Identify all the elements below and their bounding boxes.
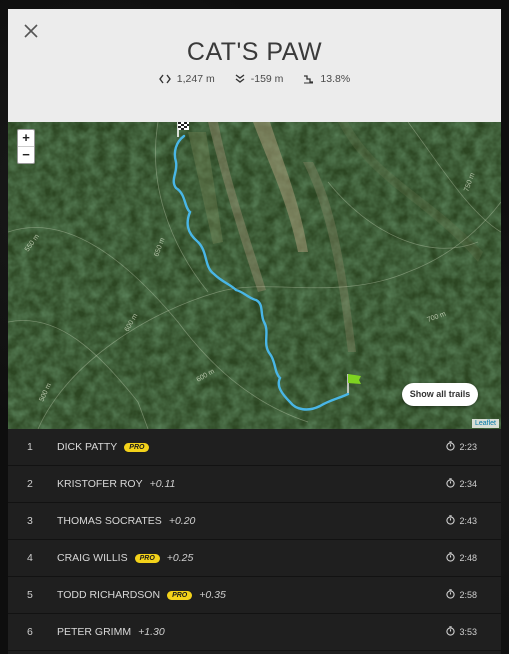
time-value: 2:48: [459, 553, 477, 563]
time-value: 2:58: [459, 590, 477, 600]
finish-time: 2:23: [446, 441, 477, 453]
descent-value: -159 m: [250, 73, 284, 85]
leaderboard-row[interactable]: 6 PETER GRIMM +1.30 3:53: [8, 614, 501, 651]
distance-value: 1,247 m: [176, 73, 215, 85]
rider-name[interactable]: DICK PATTY: [57, 441, 117, 453]
rider-name[interactable]: KRISTOFER ROY: [57, 478, 143, 490]
time-gap: +0.11: [149, 478, 176, 490]
show-all-trails-button[interactable]: Show all trails: [402, 383, 478, 406]
finish-time: 2:34: [446, 478, 477, 490]
time-gap: +0.20: [168, 515, 196, 527]
rider-name[interactable]: THOMAS SOCRATES: [57, 515, 162, 527]
trail-stats: 1,247 m -159 m 13.8%: [8, 73, 501, 85]
rider-info: TODD RICHARDSON PRO +0.35: [57, 589, 226, 601]
descent-icon: [235, 74, 245, 84]
stopwatch-icon: [446, 589, 456, 601]
trail-title: CAT'S PAW: [186, 38, 323, 66]
finish-time: 2:58: [446, 589, 477, 601]
rank-number: 3: [27, 515, 33, 527]
rider-info: KRISTOFER ROY +0.11: [57, 478, 175, 490]
leaderboard: 1 DICK PATTY PRO 2:23 2 KRISTOFER ROY +0…: [8, 429, 501, 651]
stopwatch-icon: [446, 441, 456, 453]
distance-icon: [158, 74, 171, 84]
trail-map[interactable]: 550 m 600 m 500 m 650 m 600 m 750 m 700 …: [8, 122, 501, 429]
rider-info: THOMAS SOCRATES +0.20: [57, 515, 195, 527]
rider-name[interactable]: TODD RICHARDSON: [57, 589, 160, 601]
leaderboard-row[interactable]: 4 CRAIG WILLIS PRO +0.25 2:48: [8, 540, 501, 577]
finish-time: 3:53: [446, 626, 477, 638]
finish-time: 2:48: [446, 552, 477, 564]
rank-number: 4: [27, 552, 33, 564]
rider-name[interactable]: PETER GRIMM: [57, 626, 131, 638]
pro-badge: PRO: [134, 553, 160, 563]
leaderboard-row[interactable]: 1 DICK PATTY PRO 2:23: [8, 429, 501, 466]
stopwatch-icon: [446, 515, 456, 527]
rank-number: 6: [27, 626, 33, 638]
time-value: 2:43: [459, 516, 477, 526]
leaderboard-row[interactable]: 5 TODD RICHARDSON PRO +0.35 2:58: [8, 577, 501, 614]
pro-badge: PRO: [124, 442, 150, 452]
rider-info: DICK PATTY PRO: [57, 441, 150, 453]
stopwatch-icon: [446, 478, 456, 490]
pro-badge: PRO: [167, 590, 193, 600]
grade-icon: [303, 74, 314, 84]
descent-stat: -159 m: [235, 73, 284, 85]
rider-info: CRAIG WILLIS PRO +0.25: [57, 552, 193, 564]
finish-flag-icon: [344, 372, 364, 399]
start-flag-icon: [175, 122, 193, 143]
trail-header: CAT'S PAW 1,247 m -159 m 13.8%: [8, 9, 501, 122]
time-value: 2:34: [459, 479, 477, 489]
distance-stat: 1,247 m: [158, 73, 215, 85]
rider-name[interactable]: CRAIG WILLIS: [57, 552, 128, 564]
stopwatch-icon: [446, 626, 456, 638]
leaderboard-row[interactable]: 3 THOMAS SOCRATES +0.20 2:43: [8, 503, 501, 540]
grade-stat: 13.8%: [303, 73, 350, 85]
leaflet-attribution-link[interactable]: Leaflet: [471, 419, 499, 428]
grade-value: 13.8%: [320, 73, 351, 85]
zoom-out-button[interactable]: −: [18, 146, 34, 163]
zoom-control: + −: [17, 129, 35, 164]
rank-number: 1: [27, 441, 33, 453]
time-value: 3:53: [459, 627, 477, 637]
finish-time: 2:43: [446, 515, 477, 527]
rank-number: 2: [27, 478, 33, 490]
time-gap: +0.35: [199, 589, 226, 601]
zoom-in-button[interactable]: +: [18, 130, 34, 146]
leaderboard-row[interactable]: 2 KRISTOFER ROY +0.11 2:34: [8, 466, 501, 503]
trail-modal: CAT'S PAW 1,247 m -159 m 13.8% 550 m 600…: [8, 9, 501, 654]
time-gap: +0.25: [166, 552, 194, 564]
time-gap: +1.30: [138, 626, 165, 638]
stopwatch-icon: [446, 552, 456, 564]
time-value: 2:23: [459, 442, 477, 452]
rider-info: PETER GRIMM +1.30: [57, 626, 165, 638]
rank-number: 5: [27, 589, 33, 601]
